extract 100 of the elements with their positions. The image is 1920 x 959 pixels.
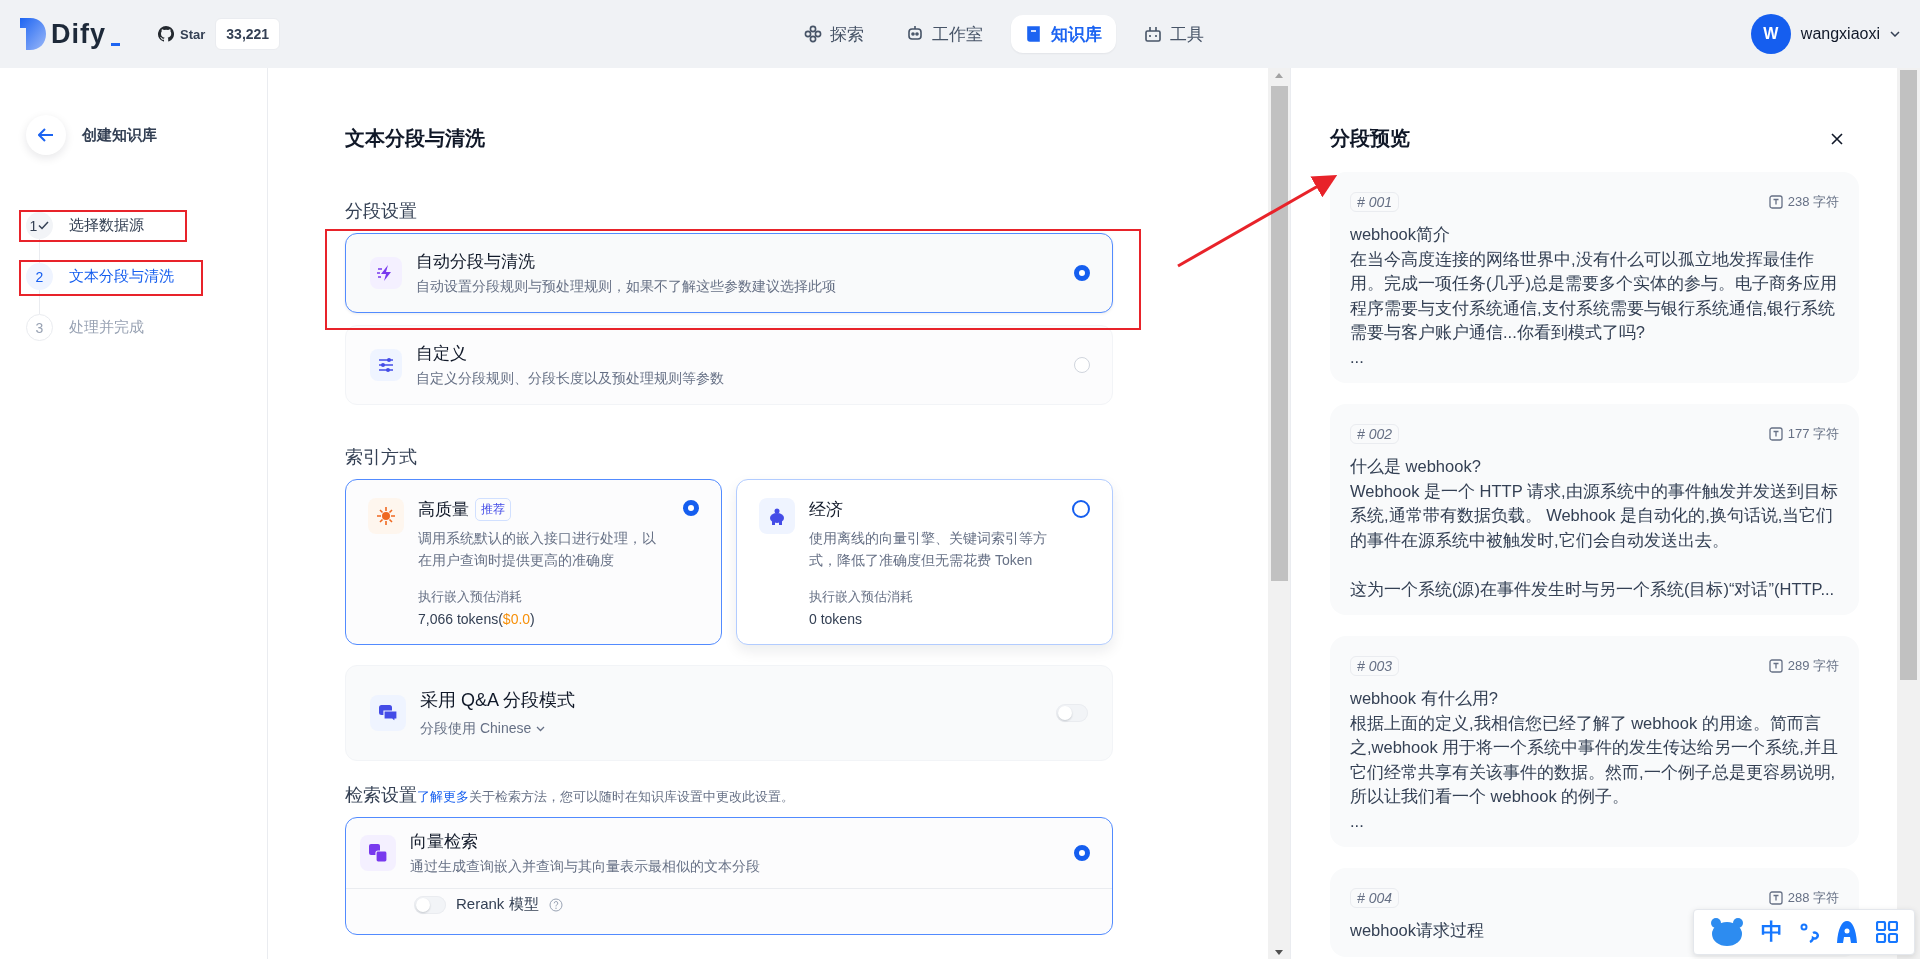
scrollbar[interactable]: [1897, 68, 1920, 959]
segment-number: # 002: [1350, 424, 1400, 444]
segment-text: 这为一个系统(源)在事件发生时与另一个系统(目标)“对话”(HTTP...: [1350, 578, 1835, 600]
logo-icon: [20, 18, 46, 50]
option-title: 采用 Q&A 分段模式: [420, 689, 577, 712]
index-option-card[interactable]: 经济 使用离线的向量引擎、关键词索引等方式，降低了准确度但无需花费 Token 执行嵌入预估消耗 0 tokens: [736, 479, 1113, 645]
character-count: 288 字符: [1787, 889, 1839, 907]
radio-button[interactable]: [1072, 500, 1090, 518]
scrollbar-thumb[interactable]: [1270, 86, 1288, 581]
avatar[interactable]: W: [1750, 14, 1791, 54]
segment-text: webhook简介: [1350, 224, 1451, 245]
segment-text: ...: [1350, 346, 1364, 368]
text-icon: [1768, 659, 1783, 673]
bolt-icon: [370, 257, 402, 289]
check-icon: [38, 221, 50, 230]
star-count: 33,221: [215, 18, 281, 50]
retrieval-option-card[interactable]: 向量检索 通过生成查询嵌入并查询与其向量表示最相似的文本分段 Rerank 模型: [345, 817, 1113, 935]
sidebar-title: 创建知识库: [82, 125, 157, 145]
close-icon: [1831, 132, 1843, 145]
option-title: 自定义: [416, 343, 468, 365]
option-description: 使用离线的向量引擎、关键词索引等方式，降低了准确度但无需花费 Token: [809, 529, 1048, 570]
github-icon: [158, 26, 174, 42]
character-count: 238 字符: [1787, 193, 1839, 211]
chat-icon: [370, 695, 406, 731]
character-count: 289 字符: [1787, 657, 1839, 675]
back-button[interactable]: [26, 115, 66, 155]
github-star-button[interactable]: Star: [148, 18, 216, 50]
cost-label: 执行嵌入预估消耗: [418, 589, 523, 606]
logo-text: Dify: [51, 18, 106, 50]
scrollbar-thumb[interactable]: [1900, 70, 1917, 680]
segment-number: # 004: [1350, 888, 1400, 908]
segment-text: webhook 有什么用?: [1350, 688, 1498, 709]
option-title: 自动分段与清洗: [416, 251, 536, 273]
cost-label: 执行嵌入预估消耗: [809, 589, 914, 606]
option-description: 自定义分段规则、分段长度以及预处理规则等参数: [416, 370, 725, 388]
preview-title: 分段预览: [1330, 126, 1410, 151]
step-number: 3: [26, 314, 53, 341]
toggle-switch[interactable]: [1056, 704, 1088, 722]
text-icon: [1768, 427, 1783, 441]
section-heading: 索引方式: [345, 446, 418, 469]
scroll-down-icon[interactable]: [1275, 950, 1283, 955]
segment-option-card[interactable]: 自定义 自定义分段规则、分段长度以及预处理规则等参数: [345, 325, 1113, 405]
bear-icon[interactable]: [1710, 917, 1745, 947]
segment-text: 在当今高度连接的网络世界中,没有什么可以孤立地发挥最佳作用。完成一项任务(几乎)总是需要多个实体的参与。电子商务应用程序需要与支付系统通信,支付系统需要与银行系统通信,银行系统需要与客户账户通信...你看到模式了吗?: [1350, 248, 1838, 343]
recommend-badge: 推荐: [475, 498, 511, 521]
input-mode[interactable]: 中: [1760, 917, 1783, 947]
segment-number: # 003: [1350, 656, 1400, 676]
option-description: 通过生成查询嵌入并查询与其向量表示最相似的文本分段: [410, 858, 761, 876]
user-name[interactable]: wangxiaoxi: [1800, 25, 1880, 43]
character-count: 177 字符: [1787, 425, 1839, 443]
segment-option-card[interactable]: 自动分段与清洗 自动设置分段规则与预处理规则，如果不了解这些参数建议选择此项: [345, 233, 1113, 313]
language-dropdown[interactable]: 分段使用 Chinese: [420, 720, 546, 738]
sun-icon: [368, 498, 404, 534]
step-label[interactable]: 选择数据源: [69, 216, 144, 235]
retrieval-note: 了解更多关于检索方法，您可以随时在知识库设置中更改此设置。: [417, 788, 794, 806]
step-number: 1: [26, 212, 53, 239]
back-arrow-icon: [38, 128, 54, 142]
help-icon: [548, 897, 563, 912]
book-icon: [1025, 25, 1043, 43]
scroll-up-icon[interactable]: [1275, 73, 1283, 78]
radio-button[interactable]: [683, 500, 699, 516]
segment-text: webhook请求过程: [1350, 920, 1485, 941]
robot-icon: [906, 25, 924, 43]
cost-text: 7,066 tokens($0.0): [418, 611, 536, 627]
nav-tab[interactable]: 工具: [1130, 15, 1218, 53]
rerank-label: Rerank 模型: [456, 895, 539, 914]
option-description: 调用系统默认的嵌入接口进行处理，以在用户查询时提供更高的准确度: [418, 529, 657, 570]
radio-button[interactable]: [1074, 845, 1090, 861]
learn-more-link[interactable]: 了解更多: [417, 789, 469, 804]
radio-button[interactable]: [1074, 265, 1090, 281]
grid-icon[interactable]: [1875, 921, 1898, 943]
chevron-icon: [1890, 31, 1900, 37]
toggle-switch[interactable]: [414, 895, 446, 914]
option-title: 向量检索: [410, 831, 479, 853]
segment-text: 什么是 webhook?: [1350, 456, 1481, 477]
segment-number: # 001: [1350, 192, 1400, 212]
segment-text: ...: [1350, 810, 1364, 832]
nav-tab[interactable]: 知识库: [1011, 15, 1116, 53]
nav-tab[interactable]: 工作室: [892, 15, 997, 53]
cursor-icon: [111, 42, 120, 46]
step-label[interactable]: 文本分段与清洗: [69, 267, 174, 286]
nav-tab[interactable]: 探索: [790, 15, 878, 53]
text-icon: [1768, 195, 1783, 209]
section-title: 文本分段与清洗: [345, 126, 486, 151]
section-heading: 分段设置: [345, 200, 418, 223]
option-title: 经济: [809, 499, 843, 521]
section-heading: 检索设置: [345, 784, 417, 807]
text-icon: [1768, 891, 1783, 905]
step-number: 2: [26, 263, 53, 290]
segment-text: 根据上面的定义,我相信您已经了解了 webhook 的用途。简而言之,webhook 用于将一个系统中事件的发生传达给另一个系统,并且它们经常共享有关该事件的数据。然而,一个例子总是更容易说明,所以让我们看一个 webhook 的例子。: [1350, 712, 1839, 807]
segment-text: Webhook 是一个 HTTP 请求,由源系统中的事件触发并发送到目标系统,通常带有数据负载。 Webhook 是自动化的,换句话说,当它们的事件在源系统中被触发时,它们会自动发送出去。: [1350, 480, 1839, 551]
cost-text: 0 tokens: [809, 611, 863, 627]
punctuation-icon[interactable]: [1798, 921, 1819, 943]
option-description: 自动设置分段规则与预处理规则，如果不了解这些参数建议选择此项: [416, 278, 837, 296]
dots-icon: [804, 25, 822, 43]
scrollbar[interactable]: [1268, 68, 1290, 959]
chevron-icon: [536, 726, 546, 732]
index-option-card[interactable]: 高质量 推荐 调用系统默认的嵌入接口进行处理，以在用户查询时提供更高的准确度 执行嵌入预估消耗 7,066 tokens($0.0): [345, 479, 722, 645]
sliders-icon: [370, 349, 402, 381]
option-title: 高质量: [418, 499, 469, 521]
